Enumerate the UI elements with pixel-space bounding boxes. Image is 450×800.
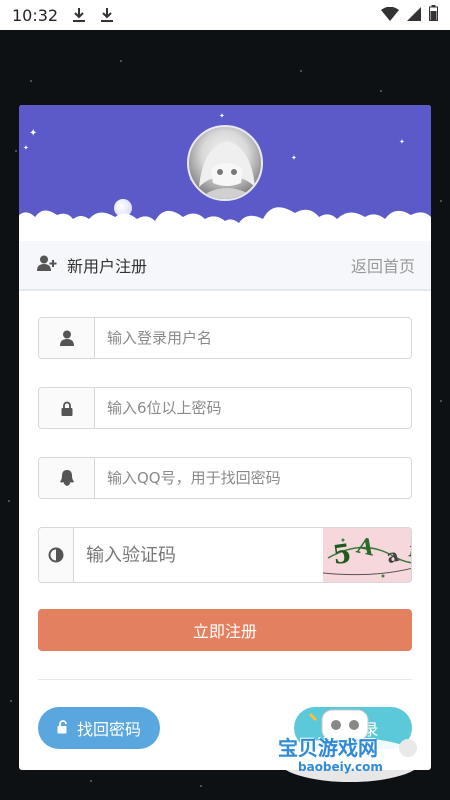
form-header: 新用户注册 返回首页: [19, 241, 431, 291]
qq-icon: [39, 458, 95, 498]
download-icon: [100, 7, 114, 23]
qq-input[interactable]: [95, 458, 411, 498]
banner: ✦ ✦ ✦ ✦ ✦ ✦: [19, 105, 431, 241]
password-field: [38, 387, 412, 429]
cloud-decoration: [19, 207, 431, 241]
captcha-input[interactable]: [74, 528, 324, 582]
wifi-icon: [381, 6, 399, 25]
sparkle-icon: ✦: [23, 144, 29, 152]
sparkle-icon: ✦: [291, 154, 297, 162]
qq-field: [38, 457, 412, 499]
unlock-icon: [57, 719, 71, 738]
sparkle-icon: ✦: [29, 128, 38, 139]
form-title: 新用户注册: [37, 253, 147, 277]
username-input[interactable]: [95, 318, 411, 358]
captcha-image[interactable]: 5 A a r H: [323, 528, 411, 582]
status-time: 10:32: [12, 5, 59, 25]
avatar: [187, 125, 263, 201]
password-input[interactable]: [95, 388, 411, 428]
captcha-field: 5 A a r H: [38, 527, 412, 583]
signal-icon: [407, 6, 421, 25]
battery-icon: [429, 5, 438, 25]
user-icon: [39, 318, 95, 358]
add-user-icon: [37, 255, 57, 275]
lock-icon: [39, 388, 95, 428]
sparkle-icon: ✦: [219, 112, 225, 120]
register-submit-button[interactable]: 立即注册: [38, 609, 412, 651]
username-field: [38, 317, 412, 359]
download-icon: [72, 7, 86, 23]
watermark-url: baobeiy.com: [298, 760, 383, 774]
register-card: ✦ ✦ ✦ ✦ ✦ ✦ 新用户注册 返回首页: [19, 105, 431, 770]
watermark-logo: 宝贝游戏网 baobeiy.com: [270, 690, 440, 790]
status-bar: 10:32: [0, 0, 450, 30]
watermark-text: 宝贝游戏网: [278, 736, 378, 760]
find-password-label: 找回密码: [76, 720, 141, 739]
sparkle-icon: ✦: [399, 138, 405, 146]
find-password-button[interactable]: 找回密码: [38, 707, 160, 749]
contrast-icon: [39, 528, 75, 582]
back-home-link[interactable]: 返回首页: [351, 253, 415, 277]
form-title-text: 新用户注册: [67, 257, 148, 276]
